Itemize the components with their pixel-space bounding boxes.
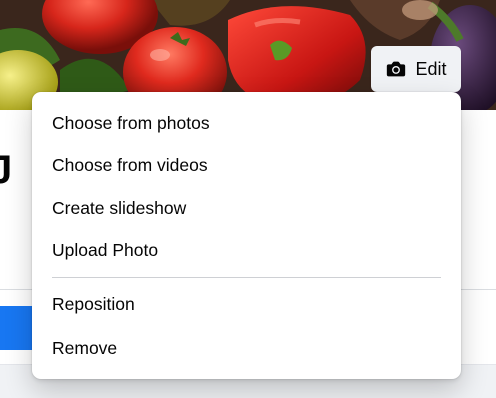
menu-item-upload-photo[interactable]: Upload Photo — [52, 238, 158, 262]
cover-photo-menu: Choose from photos Choose from videos Cr… — [32, 92, 461, 379]
menu-item-remove[interactable]: Remove — [52, 336, 117, 360]
primary-action-button-fragment[interactable] — [0, 306, 34, 350]
edit-cover-button[interactable]: Edit — [371, 46, 461, 92]
menu-separator — [52, 277, 441, 278]
camera-icon — [385, 58, 407, 80]
edit-cover-label: Edit — [415, 58, 447, 79]
menu-item-choose-from-videos[interactable]: Choose from videos — [52, 153, 208, 177]
menu-item-reposition[interactable]: Reposition — [52, 292, 135, 316]
profile-name-fragment: J — [0, 148, 13, 192]
menu-item-choose-from-photos[interactable]: Choose from photos — [52, 111, 210, 135]
menu-item-create-slideshow[interactable]: Create slideshow — [52, 196, 186, 220]
